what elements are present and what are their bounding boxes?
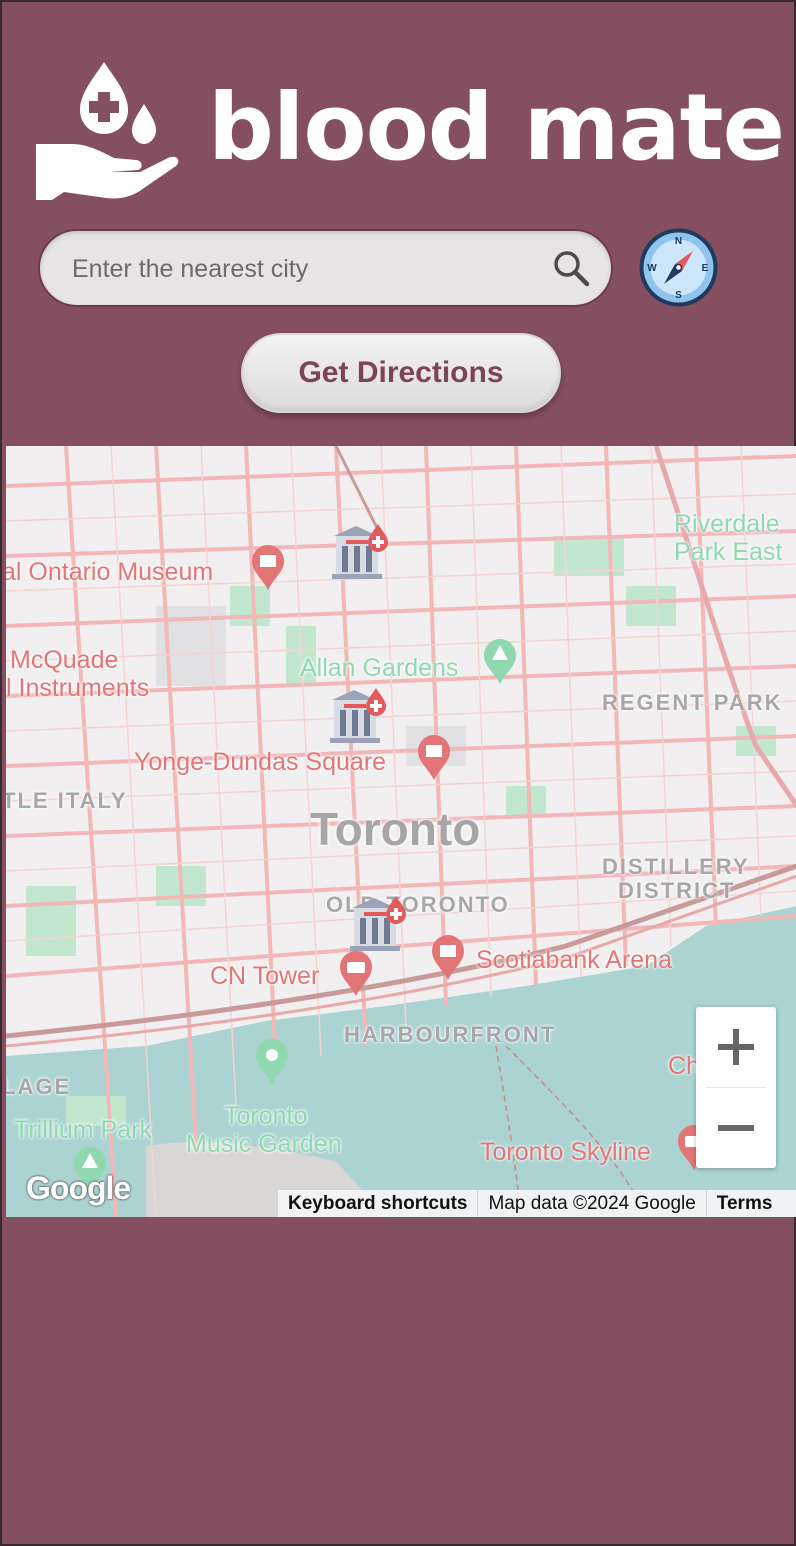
landmark-pin-icon[interactable] <box>416 734 452 782</box>
map-neighbourhood-label: TLE ITALY <box>6 788 128 813</box>
google-logo[interactable]: Google <box>26 1170 131 1207</box>
terms-link[interactable]: Terms <box>707 1190 783 1217</box>
brand-logo: blood mate <box>36 60 785 204</box>
map-park-label: Riverdale <box>674 510 780 538</box>
map-neighbourhood-label: LAGE <box>6 1074 72 1099</box>
map-park-label: Park East <box>674 538 783 566</box>
hospital-blood-icon[interactable] <box>326 684 388 746</box>
map-poi-label: Toronto Skyline <box>480 1138 651 1166</box>
map-attribution-bar: Keyboard shortcuts Map data ©2024 Google… <box>278 1190 796 1217</box>
zoom-in-button[interactable] <box>696 1007 776 1087</box>
park-pin-icon[interactable] <box>482 638 518 686</box>
map-poi-label: al Ontario Museum <box>6 558 214 586</box>
map-park-label: Allan Gardens <box>300 654 459 682</box>
map-park-label: Music Garden <box>186 1130 342 1158</box>
map-neighbourhood-label: REGENT PARK <box>602 690 783 715</box>
hospital-blood-icon[interactable] <box>346 892 408 954</box>
map-zoom-control <box>696 1007 776 1168</box>
brand-name: blood mate <box>208 74 785 181</box>
map-data-text: Map data ©2024 Google <box>478 1190 707 1217</box>
map-city-label: Toronto <box>310 803 481 855</box>
compass-w-label: W <box>647 263 657 274</box>
compass-n-label: N <box>675 236 682 247</box>
map-poi-label: CN Tower <box>210 962 320 990</box>
map-poi-label: l Instruments <box>6 674 150 702</box>
minus-icon <box>718 1125 754 1131</box>
compass-icon[interactable]: N S W E <box>638 227 719 308</box>
arena-pin-icon[interactable] <box>430 934 466 982</box>
map-park-label: Trillium Park <box>14 1116 152 1144</box>
map-view[interactable]: Toronto al Ontario Museum McQuade l Inst… <box>6 446 796 1217</box>
map-poi-label: Yonge-Dundas Square <box>134 748 387 776</box>
keyboard-shortcuts-link[interactable]: Keyboard shortcuts <box>278 1190 479 1217</box>
search-icon[interactable] <box>551 249 591 289</box>
map-poi-label: McQuade <box>10 646 119 674</box>
hospital-blood-icon[interactable] <box>328 520 390 582</box>
museum-pin-icon[interactable] <box>250 544 286 592</box>
city-search-input[interactable] <box>72 249 532 289</box>
compass-e-label: E <box>702 263 709 274</box>
map-neighbourhood-label: DISTILLERY <box>602 854 750 879</box>
zoom-out-button[interactable] <box>696 1088 776 1168</box>
map-neighbourhood-label: DISTRICT <box>618 878 736 903</box>
garden-pin-icon[interactable] <box>254 1038 290 1086</box>
hand-with-blood-drops-icon <box>36 62 179 200</box>
map-poi-label: Scotiabank Arena <box>476 946 672 974</box>
camera-pin-icon[interactable] <box>338 950 374 998</box>
plus-icon <box>718 1029 754 1065</box>
get-directions-button[interactable]: Get Directions <box>241 333 561 413</box>
map-neighbourhood-label: HARBOURFRONT <box>344 1022 557 1047</box>
city-search-bar[interactable] <box>38 229 613 307</box>
compass-s-label: S <box>675 290 682 301</box>
app-frame: blood mate N S W E Get Directions <box>0 0 796 1546</box>
map-park-label: Toronto <box>224 1102 308 1130</box>
